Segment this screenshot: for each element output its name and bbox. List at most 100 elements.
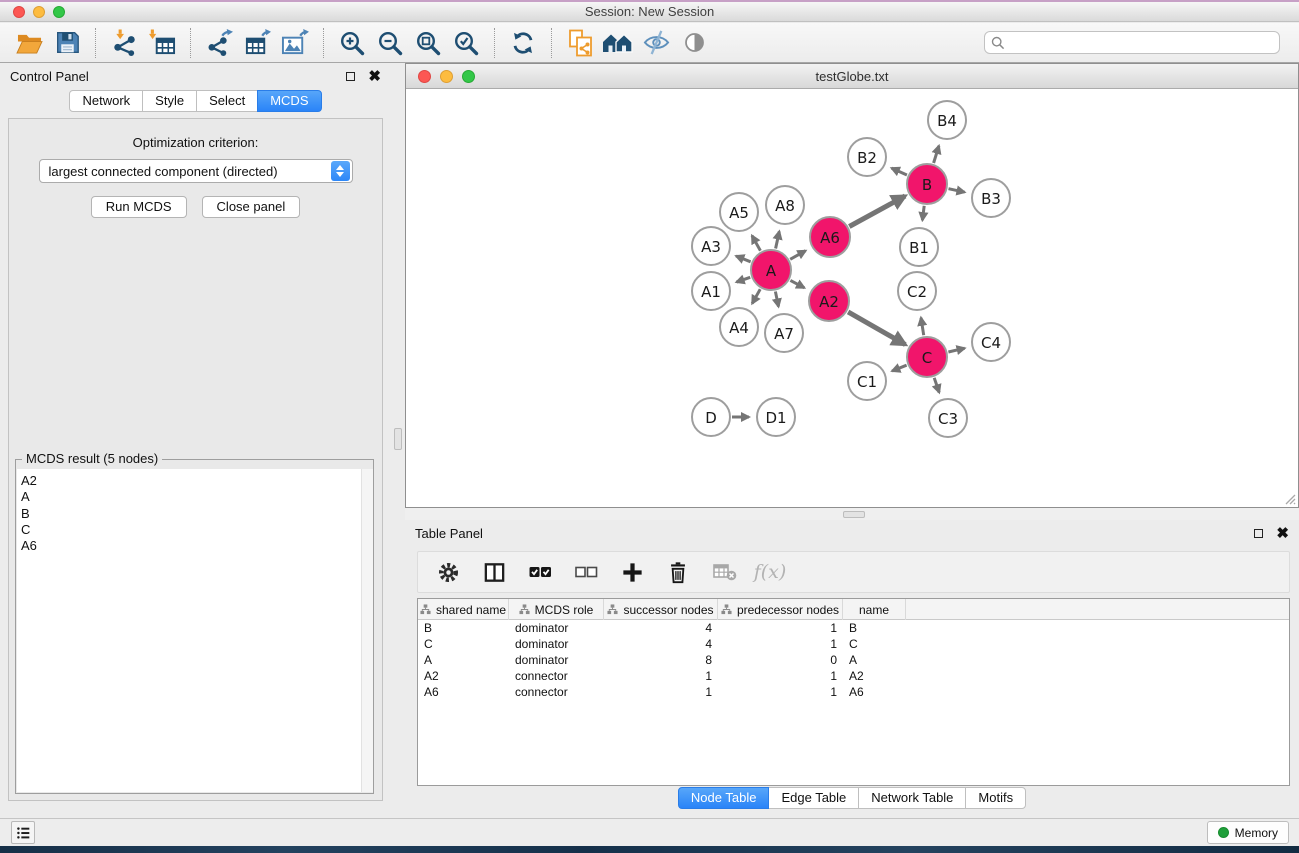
show-details-icon[interactable] [678, 27, 710, 59]
home-icon[interactable] [602, 27, 634, 59]
cell[interactable]: 1 [718, 668, 843, 684]
import-network-icon[interactable] [108, 27, 140, 59]
close-panel-icon[interactable]: ✖ [368, 72, 381, 82]
tab-select[interactable]: Select [196, 90, 258, 112]
graph-edge-C-C3[interactable] [934, 378, 939, 393]
vertical-split-handle[interactable] [394, 428, 402, 450]
network-graph[interactable]: B4B2BB3A8A5A6A3B1AA1C2A2A4A7C4CC1C3DD1 [406, 89, 1298, 507]
graph-edge-A-A8[interactable] [776, 231, 780, 248]
graph-node-A7[interactable]: A7 [765, 314, 803, 352]
graph-node-C3[interactable]: C3 [929, 399, 967, 437]
column-header-name[interactable]: name [843, 599, 906, 620]
graph-edge-A2-C[interactable] [848, 312, 905, 345]
cell[interactable]: connector [509, 668, 604, 684]
graph-edge-C-C4[interactable] [948, 348, 964, 352]
cell[interactable]: A6 [843, 684, 906, 700]
cell[interactable]: C [843, 636, 906, 652]
graph-node-C[interactable]: C [907, 337, 947, 377]
graph-edge-C-C1[interactable] [892, 365, 907, 371]
network-from-file-icon[interactable] [564, 27, 596, 59]
mcds-result-item[interactable]: C [21, 522, 372, 538]
cell[interactable]: 1 [604, 668, 718, 684]
save-session-icon[interactable] [51, 27, 83, 59]
graph-node-A2[interactable]: A2 [809, 281, 849, 321]
graph-node-C4[interactable]: C4 [972, 323, 1010, 361]
horizontal-split-handle[interactable] [843, 511, 865, 518]
function-builder-icon[interactable]: f(x) [754, 556, 786, 588]
criterion-select[interactable]: largest connected component (directed) [39, 159, 353, 183]
tab-network-table[interactable]: Network Table [858, 787, 966, 809]
task-history-button[interactable] [11, 821, 35, 844]
cell[interactable]: C [418, 636, 509, 652]
column-header-shared-name[interactable]: shared name [418, 599, 509, 620]
open-session-icon[interactable] [13, 27, 45, 59]
graph-node-B[interactable]: B [907, 164, 947, 204]
graph-edge-A6-B[interactable] [849, 196, 905, 227]
graph-node-B1[interactable]: B1 [900, 228, 938, 266]
search-field[interactable] [984, 31, 1280, 54]
cell[interactable]: B [843, 620, 906, 636]
graph-node-A[interactable]: A [751, 250, 791, 290]
graph-edge-B-B3[interactable] [949, 189, 965, 193]
hide-details-icon[interactable] [640, 27, 672, 59]
tab-style[interactable]: Style [142, 90, 197, 112]
tab-motifs[interactable]: Motifs [965, 787, 1026, 809]
cell[interactable]: dominator [509, 652, 604, 668]
cell[interactable]: 1 [718, 684, 843, 700]
cell[interactable]: 0 [718, 652, 843, 668]
graph-edge-A-A5[interactable] [752, 236, 760, 251]
cell[interactable]: connector [509, 684, 604, 700]
float-panel-icon[interactable] [346, 72, 355, 81]
tab-mcds[interactable]: MCDS [257, 90, 321, 112]
tab-network[interactable]: Network [69, 90, 143, 112]
graph-edge-A-A4[interactable] [752, 289, 760, 303]
graph-edge-A-A7[interactable] [775, 292, 778, 307]
graph-node-C2[interactable]: C2 [898, 272, 936, 310]
table-row-a6[interactable]: A6connector11A6 [418, 684, 1289, 700]
graph-node-D1[interactable]: D1 [757, 398, 795, 436]
vertical-split-divider[interactable] [391, 63, 405, 818]
memory-button[interactable]: Memory [1207, 821, 1289, 844]
result-scrollbar[interactable] [361, 469, 373, 792]
search-input[interactable] [1005, 36, 1273, 50]
graph-node-A5[interactable]: A5 [720, 193, 758, 231]
export-image-icon[interactable] [279, 27, 311, 59]
cell[interactable]: A6 [418, 684, 509, 700]
graph-node-A6[interactable]: A6 [810, 217, 850, 257]
graph-node-A3[interactable]: A3 [692, 227, 730, 265]
graph-edge-A-A6[interactable] [790, 251, 805, 260]
graph-edge-A-A1[interactable] [737, 277, 751, 282]
float-table-panel-icon[interactable] [1254, 529, 1263, 538]
graph-node-A4[interactable]: A4 [720, 308, 758, 346]
cell[interactable]: 4 [604, 636, 718, 652]
mcds-result-item[interactable]: B [21, 506, 372, 522]
zoom-in-icon[interactable] [336, 27, 368, 59]
cell[interactable]: B [418, 620, 509, 636]
delete-table-icon[interactable] [708, 556, 740, 588]
show-columns-icon[interactable] [478, 556, 510, 588]
resize-grip-icon[interactable] [1282, 491, 1296, 505]
mcds-result-item[interactable]: A6 [21, 538, 372, 554]
deselect-all-icon[interactable] [570, 556, 602, 588]
import-table-icon[interactable] [146, 27, 178, 59]
graph-node-B3[interactable]: B3 [972, 179, 1010, 217]
close-panel-button[interactable]: Close panel [202, 196, 301, 218]
network-canvas[interactable]: B4B2BB3A8A5A6A3B1AA1C2A2A4A7C4CC1C3DD1 [406, 89, 1298, 507]
table-settings-gear-icon[interactable] [432, 556, 464, 588]
horizontal-split-divider[interactable] [405, 508, 1299, 520]
mcds-result-item[interactable]: A [21, 489, 372, 505]
table-row-a[interactable]: Adominator80A [418, 652, 1289, 668]
graph-edge-B-B2[interactable] [892, 168, 907, 175]
delete-column-trash-icon[interactable] [662, 556, 694, 588]
column-header-predecessor-nodes[interactable]: predecessor nodes [718, 599, 843, 620]
table-row-a2[interactable]: A2connector11A2 [418, 668, 1289, 684]
graph-edge-B-B1[interactable] [922, 206, 924, 220]
cell[interactable]: 1 [604, 684, 718, 700]
graph-node-B2[interactable]: B2 [848, 138, 886, 176]
graph-edge-C-C2[interactable] [921, 318, 924, 336]
graph-node-A1[interactable]: A1 [692, 272, 730, 310]
cell[interactable]: 1 [718, 620, 843, 636]
tab-node-table[interactable]: Node Table [678, 787, 770, 809]
graph-node-B4[interactable]: B4 [928, 101, 966, 139]
table-row-c[interactable]: Cdominator41C [418, 636, 1289, 652]
